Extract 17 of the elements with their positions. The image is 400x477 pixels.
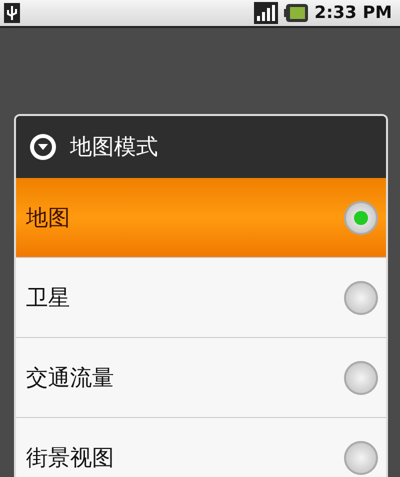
- dropdown-icon: [28, 132, 58, 162]
- dialog-title: 地图模式: [70, 134, 158, 162]
- radio-button[interactable]: [344, 280, 378, 314]
- option-label: 街景视图: [26, 444, 114, 472]
- option-row[interactable]: 街景视图: [16, 418, 386, 477]
- usb-icon: [4, 3, 20, 23]
- status-time: 2:33 PM: [314, 3, 392, 23]
- option-label: 交通流量: [26, 364, 114, 392]
- battery-icon: [284, 4, 308, 22]
- option-label: 卫星: [26, 284, 70, 312]
- radio-button[interactable]: [344, 440, 378, 474]
- option-row[interactable]: 卫星: [16, 258, 386, 338]
- option-row[interactable]: 地图: [16, 178, 386, 258]
- option-label: 地图: [26, 204, 70, 232]
- option-row[interactable]: 交通流量: [16, 338, 386, 418]
- radio-button[interactable]: [344, 200, 378, 234]
- radio-button[interactable]: [344, 360, 378, 394]
